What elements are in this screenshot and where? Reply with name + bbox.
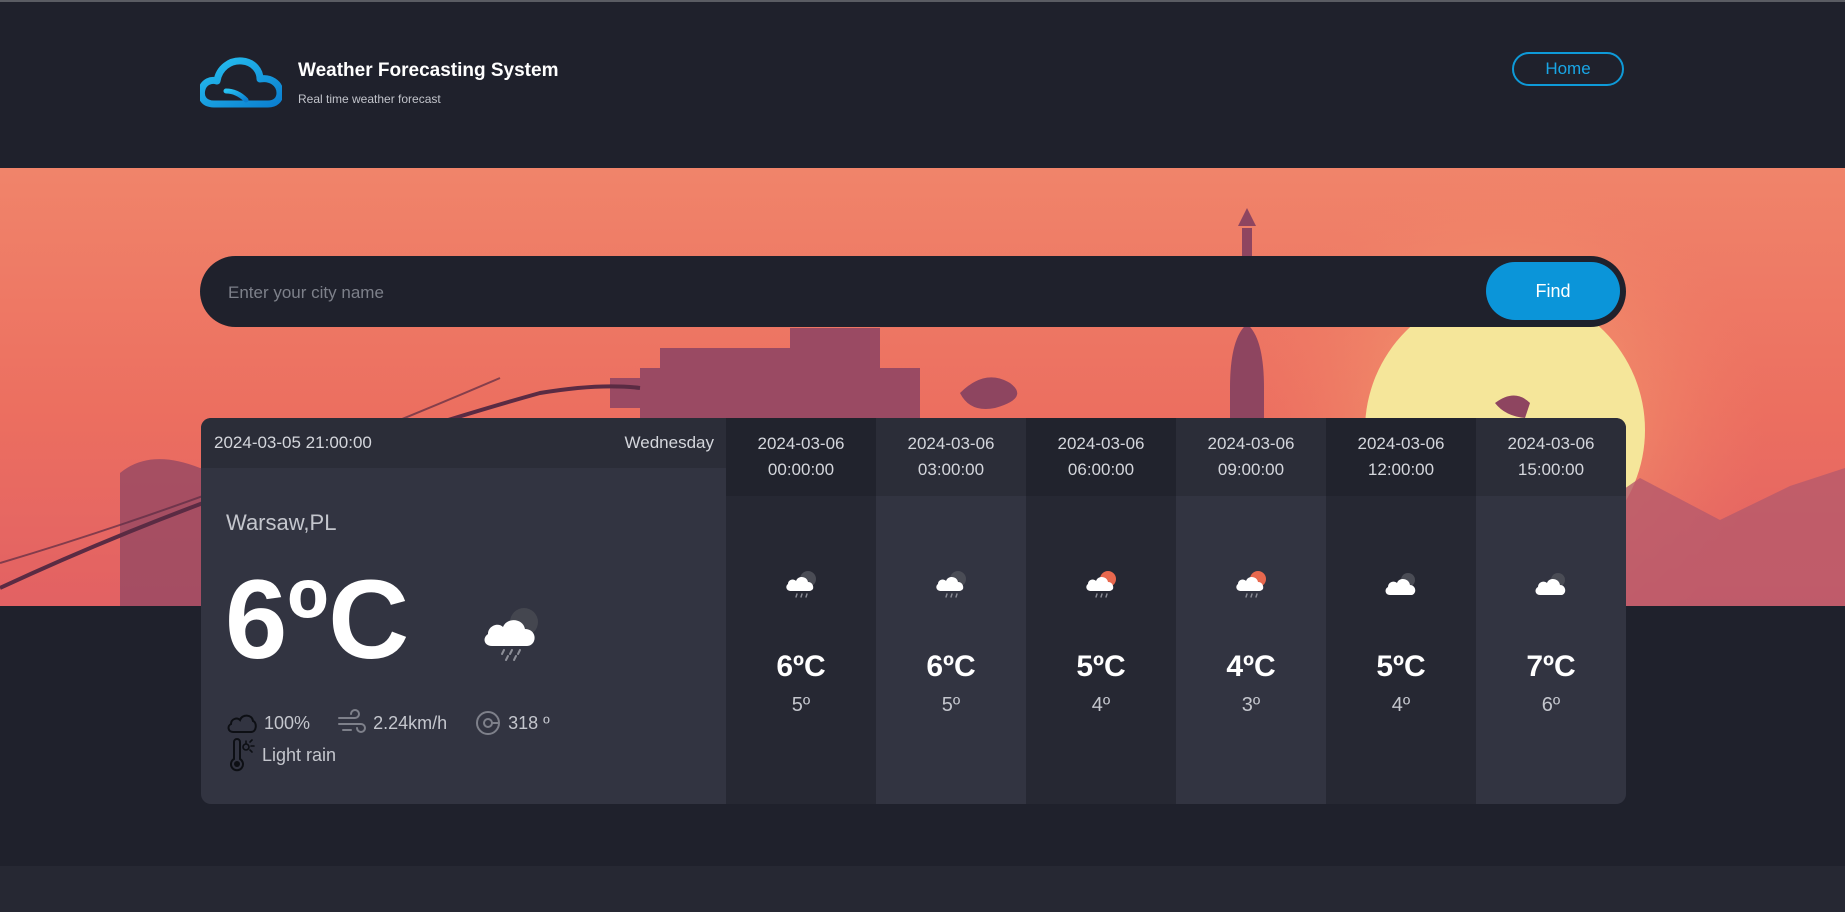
forecast-date: 2024-03-06: [907, 434, 995, 453]
forecast-temperature: 6ºC: [926, 650, 976, 683]
cloud-icon: [1535, 573, 1566, 595]
forecast-time: 09:00:00: [1217, 460, 1285, 479]
site-header: Weather Forecasting System Real time wea…: [0, 2, 1845, 168]
forecast-column: 2024-03-06 00:00:00 6ºC 5º: [726, 418, 876, 804]
forecast-temperature: 6ºC: [776, 650, 826, 683]
current-weather-header: 2024-03-05 21:00:00 Wednesday: [201, 418, 726, 468]
brand[interactable]: Weather Forecasting System Real time wea…: [200, 56, 558, 108]
forecast-temperature: 7ºC: [1526, 650, 1576, 683]
find-button[interactable]: Find: [1486, 262, 1620, 320]
sun-cloud-rain-icon: [1086, 571, 1116, 598]
forecast-column: 2024-03-06 12:00:00 5ºC 4º: [1326, 418, 1476, 804]
forecast-datetime: 2024-03-06 09:00:00: [1176, 418, 1326, 496]
current-datetime: 2024-03-05 21:00:00: [214, 433, 372, 452]
wind-direction-value: 318 º: [508, 713, 550, 733]
wind-direction-stat: 318 º: [474, 708, 550, 738]
forecast-datetime: 2024-03-06 15:00:00: [1476, 418, 1626, 496]
forecast-time: 06:00:00: [1067, 460, 1135, 479]
forecast-min-temperature: 4º: [1391, 694, 1411, 716]
forecast-min-temperature: 5º: [791, 694, 811, 716]
city-search-bar: Find: [200, 256, 1626, 329]
condition-stat: Light rain: [226, 738, 336, 772]
location-name: Warsaw,PL: [226, 510, 337, 535]
forecast-temperature: 4ºC: [1226, 650, 1276, 683]
app-title: Weather Forecasting System: [298, 60, 559, 81]
cloud-logo-icon: [200, 57, 282, 108]
forecast-time: 03:00:00: [917, 460, 985, 479]
city-search-input[interactable]: [226, 256, 1380, 329]
sun-cloud-rain-icon: [1236, 571, 1266, 598]
app-subtitle: Real time weather forecast: [298, 92, 441, 106]
cloudiness-stat: 100%: [226, 708, 310, 738]
current-weekday: Wednesday: [624, 433, 714, 452]
cloud-outline-icon: [227, 714, 257, 733]
cloudiness-value: 100%: [264, 713, 311, 733]
forecast-datetime: 2024-03-06 12:00:00: [1326, 418, 1476, 496]
wind-speed-stat: 2.24km/h: [337, 708, 447, 738]
condition-text: Light rain: [262, 745, 337, 765]
forecast-column: 2024-03-06 09:00:00 4ºC 3º: [1176, 418, 1326, 804]
forecast-time: 00:00:00: [767, 460, 835, 479]
forecast-column: 2024-03-06 15:00:00 7ºC 6º: [1476, 418, 1626, 804]
forecast-date: 2024-03-06: [1507, 434, 1595, 453]
wind-speed-value: 2.24km/h: [373, 713, 448, 733]
forecast-temperature: 5ºC: [1376, 650, 1426, 683]
forecast-date: 2024-03-06: [1357, 434, 1445, 453]
home-button[interactable]: Home: [1512, 52, 1624, 86]
forecast-date: 2024-03-06: [1057, 434, 1145, 453]
cloud-rain-icon: [936, 571, 966, 598]
cloud-rain-icon: [484, 608, 538, 661]
forecast-date: 2024-03-06: [1207, 434, 1295, 453]
current-temperature: 6ºC: [225, 557, 410, 682]
forecast-datetime: 2024-03-06 03:00:00: [876, 418, 1026, 496]
compass-icon: [476, 711, 501, 735]
current-weather-card: 2024-03-05 21:00:00 Wednesday Warsaw,PL …: [201, 418, 726, 804]
forecast-column: 2024-03-06 03:00:00 6ºC 5º: [876, 418, 1026, 804]
page-footer: [0, 866, 1845, 912]
forecast-min-temperature: 3º: [1241, 694, 1261, 716]
forecast-time: 15:00:00: [1517, 460, 1585, 479]
forecast-min-temperature: 6º: [1541, 694, 1561, 716]
wind-icon: [338, 709, 367, 733]
forecast-min-temperature: 5º: [941, 694, 961, 716]
cloud-rain-icon: [786, 571, 816, 598]
forecast-time: 12:00:00: [1367, 460, 1435, 479]
forecast-min-temperature: 4º: [1091, 694, 1111, 716]
forecast-panel: 2024-03-05 21:00:00 Wednesday Warsaw,PL …: [201, 418, 1626, 804]
forecast-datetime: 2024-03-06 06:00:00: [1026, 418, 1176, 496]
thermometer-icon: [230, 738, 255, 772]
forecast-datetime: 2024-03-06 00:00:00: [726, 418, 876, 496]
forecast-date: 2024-03-06: [757, 434, 845, 453]
cloud-icon: [1385, 573, 1416, 595]
current-weather-stats: 100% 2.24km/h 318 º Light rain: [226, 708, 706, 772]
forecast-temperature: 5ºC: [1076, 650, 1126, 683]
forecast-column: 2024-03-06 06:00:00 5ºC 4º: [1026, 418, 1176, 804]
